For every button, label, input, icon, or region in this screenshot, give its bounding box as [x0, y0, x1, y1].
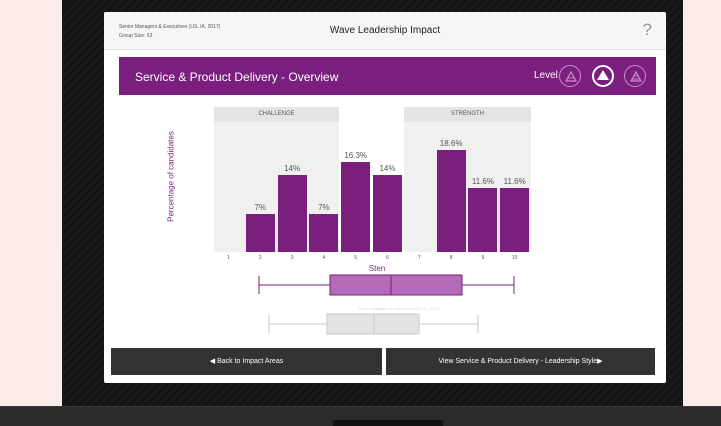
bar-value-sten-10: 11.6%: [503, 177, 526, 187]
bar-value-sten-8: 18.6%: [439, 138, 463, 148]
x-tick-4: 4: [322, 255, 326, 261]
help-icon[interactable]: ?: [643, 20, 652, 40]
back-to-impact-areas-button[interactable]: ◀ Back to Impact Areas: [111, 348, 382, 375]
level-mid-icon[interactable]: [592, 65, 614, 87]
x-tick-8: 8: [449, 255, 453, 261]
app-screen: Senior Managers & Executives (US, IA, 20…: [104, 12, 666, 383]
bar-value-sten-2: 7%: [254, 202, 267, 212]
bar-sten-5: [341, 162, 371, 252]
strength-band-label: STRENGTH: [404, 107, 531, 122]
laptop-notch: [333, 420, 443, 426]
bar-sten-10: [500, 188, 530, 252]
section-banner: Service & Product Delivery - Overview Le…: [119, 57, 656, 95]
bar-value-sten-3: 14%: [284, 164, 301, 173]
level-label: Level: [534, 70, 558, 81]
bar-value-sten-9: 11.6%: [471, 177, 494, 187]
chart-ylabel: Percentage of candidates: [166, 131, 176, 222]
bar-sten-2: [245, 213, 275, 252]
navigation-bar: ◀ Back to Impact Areas View Service & Pr…: [111, 348, 655, 375]
x-tick-6: 6: [386, 255, 389, 261]
candidate-boxplot: [258, 274, 515, 296]
bar-sten-4: [309, 213, 339, 252]
x-tick-10: 10: [511, 255, 518, 261]
boxplot-iqr: [329, 274, 463, 296]
bar-sten-6: [373, 175, 402, 252]
bar-value-sten-4: 7%: [318, 202, 330, 212]
x-tick-3: 3: [290, 255, 294, 261]
bar-value-sten-5: 16.3%: [344, 151, 368, 161]
level-low-icon[interactable]: [559, 65, 581, 87]
bar-value-sten-6: 14%: [379, 164, 396, 173]
x-tick-9: 9: [481, 255, 485, 261]
comparison-boxplot: Senior Managers & Executives (US, IA, 20…: [254, 306, 544, 336]
challenge-band-label: CHALLENGE: [214, 107, 339, 122]
x-tick-2: 2: [258, 255, 262, 261]
bar-sten-3: [277, 175, 307, 252]
section-title: Service & Product Delivery - Overview: [135, 70, 339, 84]
top-bar: Senior Managers & Executives (US, IA, 20…: [104, 12, 666, 50]
page-title: Wave Leadership Impact: [329, 25, 441, 36]
level-high-icon[interactable]: [624, 65, 646, 87]
x-tick-5: 5: [354, 255, 358, 261]
bar-sten-9: [468, 188, 498, 252]
view-leadership-style-button[interactable]: View Service & Product Delivery - Leader…: [386, 348, 655, 375]
x-tick-1: 1: [227, 255, 230, 261]
x-tick-7: 7: [417, 255, 421, 261]
bar-sten-8: [436, 149, 466, 252]
